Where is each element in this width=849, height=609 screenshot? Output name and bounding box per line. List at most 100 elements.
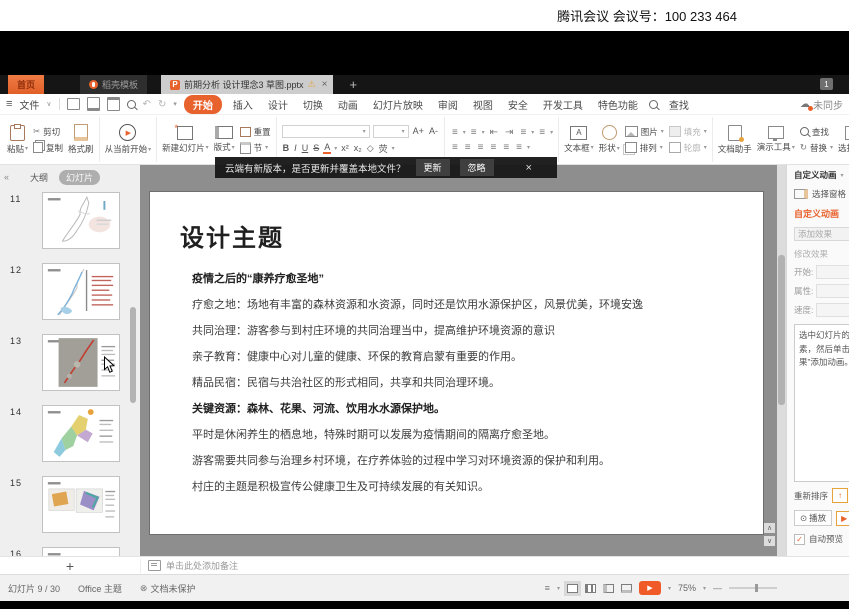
slide-title[interactable]: 设计主题 [180,218,284,253]
notes-toggle-icon[interactable]: ≡ [545,583,550,593]
new-slide-button[interactable]: 新建幻灯片▾ [162,126,209,154]
outline-button[interactable]: 轮廓▾ [669,142,707,154]
slide-text-line[interactable]: 关键资源：森林、花果、河流、饮用水水源保护地。 [192,400,747,416]
menu-item-features[interactable]: 特色功能 [594,96,642,113]
slide-editor[interactable]: 设计主题 疫情之后的“康养疗愈圣地” 疗愈之地：场地有丰富的森林资源和水资源，同… [150,192,763,534]
line-spacing-icon[interactable]: ≡ [514,142,524,153]
find-button[interactable]: 查找 [800,126,833,138]
fill-button[interactable]: 填充▾ [669,126,707,138]
menu-item-security[interactable]: 安全 [504,96,532,113]
auto-preview-checkbox[interactable]: ✓ [794,534,805,545]
menu-item-slideshow[interactable]: 幻灯片放映 [369,96,427,113]
zoom-slider[interactable] [729,587,777,589]
increase-indent-icon[interactable]: ⇥ [503,127,515,138]
slide-thumbnail-12[interactable]: 12 [0,263,140,320]
font-color-button[interactable]: A [323,143,331,154]
reading-view-icon[interactable] [603,584,614,593]
search-label[interactable]: 查找 [665,96,693,113]
file-menu[interactable]: 文件 [19,97,39,112]
menu-item-home[interactable]: 开始 [184,95,222,114]
notes-input[interactable]: 单击此处添加备注 [141,559,238,572]
superscript-button[interactable]: x² [340,143,350,153]
slide-thumbnail-16[interactable]: 16 [0,547,140,556]
play-animation-button[interactable]: ⊙播放 [794,510,832,526]
menu-item-design[interactable]: 设计 [264,96,292,113]
menu-item-view[interactable]: 视图 [469,96,497,113]
slide-body[interactable]: 疫情之后的“康养疗愈圣地” 疗愈之地：场地有丰富的森林资源和水资源，同时还是饮用… [192,270,747,504]
slideshow-play-button[interactable]: ▶ [639,581,661,595]
tab-document[interactable]: P 前期分析 设计理念3 草图.pptx ⚠ × [161,75,333,94]
print-icon[interactable] [87,97,100,111]
selection-pane-item[interactable]: 选择窗格 [794,188,849,200]
selection-pane-button[interactable]: 选择窗格 [838,126,849,154]
paste-button[interactable]: 粘贴▾ [7,125,28,155]
decrease-indent-icon[interactable]: ⇤ [488,127,500,138]
canvas-scrollbar[interactable] [777,165,786,556]
numbered-list-icon[interactable]: ≡ [469,127,479,138]
slide-thumbnail-13[interactable]: 13 [0,334,140,391]
theme-name[interactable]: Office 主题 [78,582,122,595]
layout-button[interactable]: 版式▾ [214,126,235,153]
slides-tab[interactable]: 幻灯片 [59,170,100,185]
justify-icon[interactable]: ≡ [488,142,498,153]
distribute-icon[interactable]: ≡ [501,142,511,153]
subscript-button[interactable]: x₂ [353,143,363,153]
columns-icon[interactable]: ≡ [537,127,547,138]
ignore-button[interactable]: 忽略 [460,159,494,176]
doc-assistant-button[interactable]: 文档助手 [718,125,752,155]
menu-item-review[interactable]: 审阅 [434,96,462,113]
slide-text-line[interactable]: 共同治理：游客参与到村庄环境的共同治理当中，提高维护环境资源的意识 [192,322,747,338]
previous-slide-button[interactable]: ∧ [764,523,775,533]
banner-close-icon[interactable]: × [526,162,532,174]
textbox-button[interactable]: A 文本框▾ [564,126,594,154]
slide-text-line[interactable]: 游客需要共同参与治理乡村环境，在疗养体验的过程中学习对环境资源的保护和利用。 [192,452,747,468]
copy-button[interactable]: 复制 [33,142,63,154]
panel-scrollbar[interactable] [130,307,136,403]
menu-item-devtools[interactable]: 开发工具 [539,96,587,113]
format-painter-button[interactable]: 格式刷 [68,124,94,155]
add-effect-select[interactable]: 添加效果 ▾ [794,227,849,241]
update-button[interactable]: 更新 [416,159,450,176]
menu-item-animation[interactable]: 动画 [334,96,362,113]
arrange-button[interactable]: 排列▾ [625,142,664,154]
start-input[interactable] [816,265,849,279]
property-input[interactable] [816,284,849,298]
grow-font-button[interactable]: A+ [412,126,425,136]
section-button[interactable]: 节▾ [240,142,271,154]
italic-button[interactable]: I [293,143,298,153]
save-icon[interactable] [67,98,80,110]
print-preview-icon[interactable] [127,100,136,109]
strikethrough-button[interactable]: S [312,143,320,153]
picture-button[interactable]: 图片▾ [625,126,664,138]
shapes-button[interactable]: 形状▾ [599,125,620,154]
clear-format-button[interactable]: ◇ [366,143,375,154]
bullet-list-icon[interactable]: ≡ [450,127,460,138]
play-options-caret[interactable]: ▾ [668,585,671,592]
search-icon[interactable] [649,100,658,109]
cloud-sync-status[interactable]: ☁ 未同步 [800,97,843,112]
collapse-panel-icon[interactable]: « [4,172,9,182]
hamburger-icon[interactable]: ≡ [6,98,12,110]
slide-text-line[interactable]: 村庄的主题是积极宣传公健康卫生及可持续发展的有关知识。 [192,478,747,494]
reset-button[interactable]: 重置 [240,126,271,138]
present-tools-button[interactable]: 演示工具▾ [757,126,795,153]
outline-tab[interactable]: 大纲 [23,170,55,185]
add-slide-button[interactable]: + [66,559,74,573]
protection-status[interactable]: ⊗ 文档未保护 [140,582,196,595]
move-up-button[interactable]: ↑ [832,488,848,503]
slide-text-line[interactable]: 疫情之后的“康养疗愈圣地” [192,270,747,286]
zoom-out-icon[interactable]: — [713,583,722,593]
underline-button[interactable]: U [301,143,310,153]
menu-item-transition[interactable]: 切换 [299,96,327,113]
menu-item-insert[interactable]: 插入 [229,96,257,113]
font-name-select[interactable]: ▾ [282,125,370,138]
panel-header[interactable]: 自定义动画 ▾ [794,169,849,181]
highlight-button[interactable]: 荧 [378,142,389,155]
slide-sorter-icon[interactable] [585,584,596,593]
next-slide-button[interactable]: ∨ [764,536,775,546]
presenter-view-icon[interactable] [621,584,632,593]
align-center-icon[interactable]: ≡ [463,142,473,153]
bold-button[interactable]: B [282,143,291,153]
shrink-font-button[interactable]: A- [428,126,439,136]
normal-view-icon[interactable] [567,584,578,593]
